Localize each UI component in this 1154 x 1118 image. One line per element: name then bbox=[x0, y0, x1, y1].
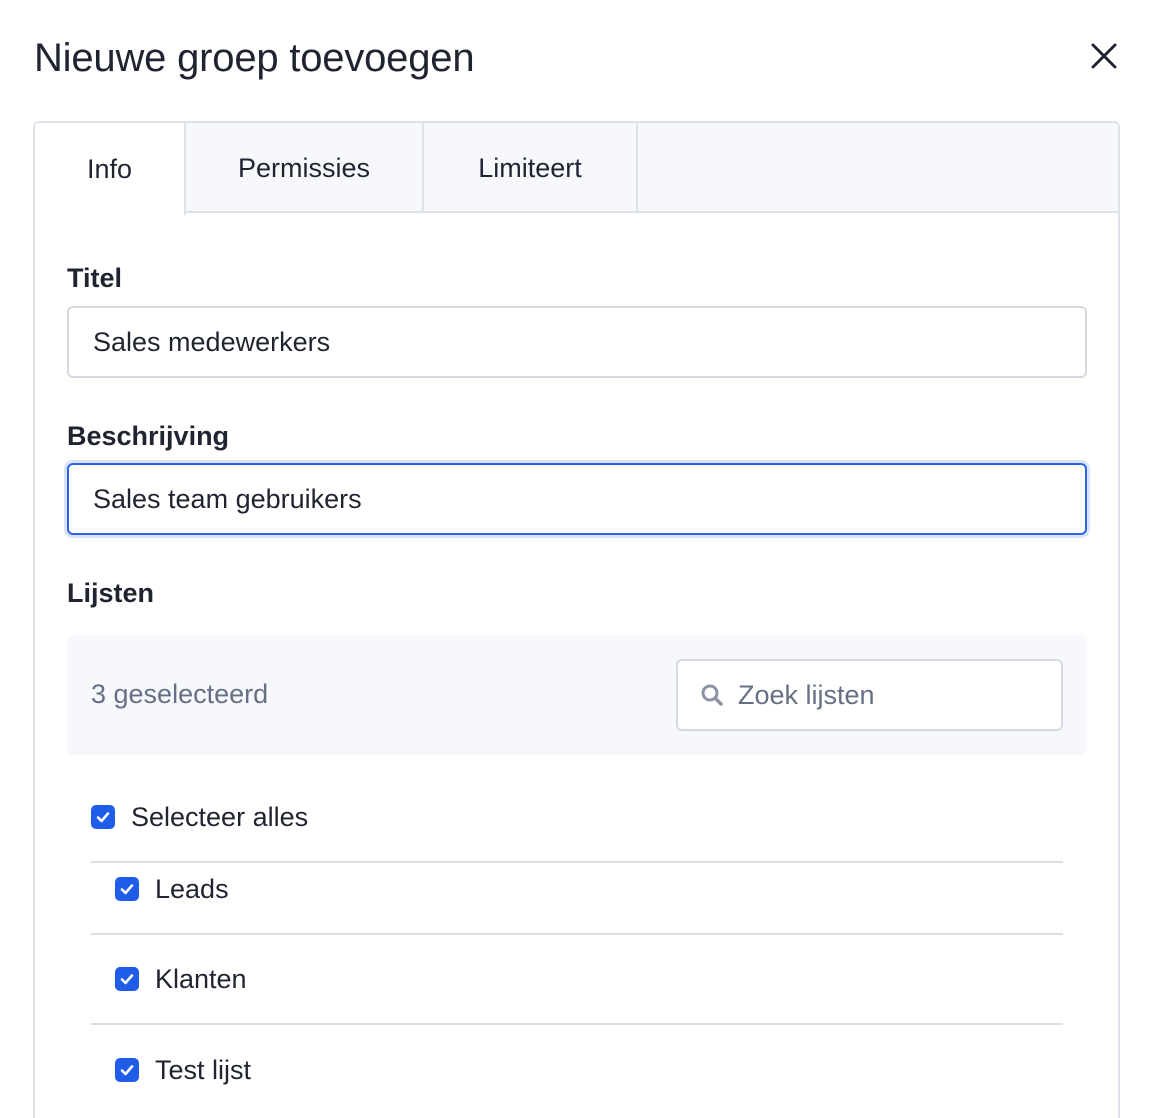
description-label: Beschrijving bbox=[67, 421, 230, 451]
list-item-test-lijst[interactable]: Test lijst bbox=[91, 1025, 1063, 1115]
lists-toolbar: 3 geselecteerd bbox=[67, 635, 1087, 755]
selected-count: 3 geselecteerd bbox=[91, 679, 269, 709]
lists-label: Lijsten bbox=[67, 578, 155, 608]
tab-info[interactable]: Info bbox=[35, 123, 186, 215]
add-group-modal: Nieuwe groep toevoegen Info Permissies L… bbox=[0, 0, 1154, 1118]
list-search-box[interactable] bbox=[676, 659, 1063, 731]
tab-limits[interactable]: Limiteert bbox=[424, 123, 638, 213]
close-button[interactable] bbox=[1084, 36, 1124, 76]
tab-permissions[interactable]: Permissies bbox=[186, 123, 424, 213]
close-icon bbox=[1091, 43, 1117, 69]
tab-permissions-label: Permissies bbox=[237, 152, 371, 183]
description-input-value: Sales team gebruikers bbox=[93, 483, 362, 514]
test-lijst-checkbox[interactable] bbox=[115, 1058, 139, 1082]
group-form-panel: Info Permissies Limiteert Titel Sales me… bbox=[33, 121, 1120, 1118]
leads-checkbox[interactable] bbox=[115, 877, 139, 901]
leads-label: Leads bbox=[155, 873, 229, 904]
checkmark-icon bbox=[96, 812, 110, 823]
modal-title: Nieuwe groep toevoegen bbox=[34, 36, 475, 80]
title-label: Titel bbox=[67, 263, 123, 293]
tab-bar: Info Permissies Limiteert bbox=[35, 123, 1118, 215]
select-all-checkbox[interactable] bbox=[91, 805, 115, 829]
klanten-checkbox[interactable] bbox=[115, 967, 139, 991]
list-search-input[interactable] bbox=[738, 679, 1058, 711]
list-item-klanten[interactable]: Klanten bbox=[91, 935, 1063, 1025]
title-input[interactable]: Sales medewerkers bbox=[67, 306, 1087, 378]
title-input-value: Sales medewerkers bbox=[93, 326, 331, 357]
checkmark-icon bbox=[120, 1065, 134, 1076]
tab-info-label: Info bbox=[86, 153, 133, 184]
checkmark-icon bbox=[120, 974, 134, 985]
description-input[interactable]: Sales team gebruikers bbox=[67, 463, 1087, 535]
search-icon bbox=[701, 684, 723, 706]
list-item-leads[interactable]: Leads bbox=[91, 845, 1063, 935]
test-lijst-label: Test lijst bbox=[155, 1054, 252, 1085]
tab-limits-label: Limiteert bbox=[478, 152, 582, 183]
klanten-label: Klanten bbox=[155, 963, 247, 994]
select-all-label: Selecteer alles bbox=[131, 801, 309, 832]
checkmark-icon bbox=[120, 884, 134, 895]
